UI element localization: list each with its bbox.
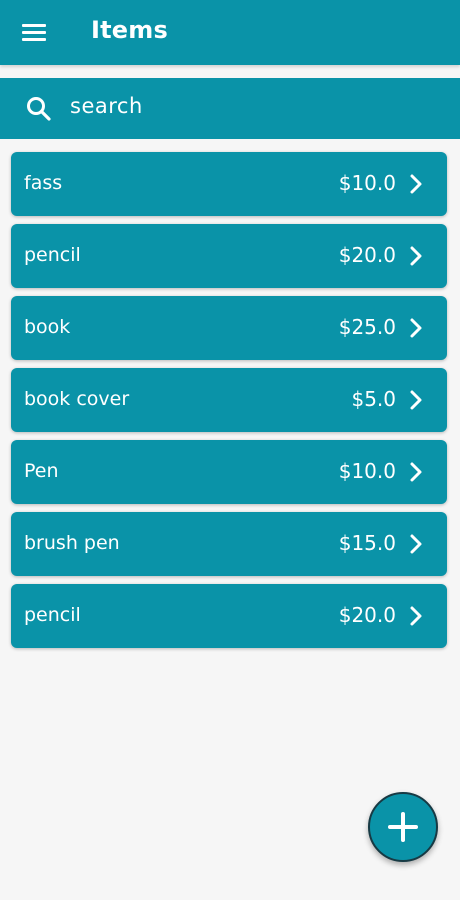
chevron-right-icon	[410, 174, 422, 194]
item-name: Pen	[24, 460, 59, 482]
item-name: book cover	[24, 388, 130, 410]
item-list: fass $10.0 pencil $20.0 book $25.0 book …	[11, 152, 447, 656]
item-price: $15.0	[338, 531, 396, 555]
list-item[interactable]: book $25.0	[11, 296, 447, 360]
chevron-right-icon	[410, 246, 422, 266]
search-input[interactable]: search	[70, 94, 143, 118]
list-item[interactable]: pencil $20.0	[11, 584, 447, 648]
list-item[interactable]: fass $10.0	[11, 152, 447, 216]
add-item-button[interactable]	[368, 792, 438, 862]
item-name: book	[24, 316, 71, 338]
chevron-right-icon	[410, 462, 422, 482]
chevron-right-icon	[410, 390, 422, 410]
item-name: pencil	[24, 244, 81, 266]
menu-icon-line	[22, 31, 46, 34]
item-price: $10.0	[338, 171, 396, 195]
menu-icon-line	[22, 38, 46, 41]
chevron-right-icon	[410, 606, 422, 626]
chevron-right-icon	[410, 318, 422, 338]
chevron-right-icon	[410, 534, 422, 554]
item-name: fass	[24, 172, 63, 194]
search-icon	[27, 97, 51, 121]
item-price: $20.0	[338, 243, 396, 267]
list-item[interactable]: Pen $10.0	[11, 440, 447, 504]
item-name: brush pen	[24, 532, 120, 554]
item-price: $20.0	[338, 603, 396, 627]
plus-icon	[388, 812, 418, 842]
item-name: pencil	[24, 604, 81, 626]
list-item[interactable]: brush pen $15.0	[11, 512, 447, 576]
list-item[interactable]: pencil $20.0	[11, 224, 447, 288]
page-title: Items	[91, 16, 168, 44]
item-price: $5.0	[351, 387, 396, 411]
list-item[interactable]: book cover $5.0	[11, 368, 447, 432]
app-bar: Items	[0, 0, 460, 65]
item-price: $25.0	[338, 315, 396, 339]
menu-icon-line	[22, 24, 46, 27]
search-bar[interactable]: search	[0, 78, 460, 139]
menu-icon[interactable]	[18, 18, 50, 48]
item-price: $10.0	[338, 459, 396, 483]
